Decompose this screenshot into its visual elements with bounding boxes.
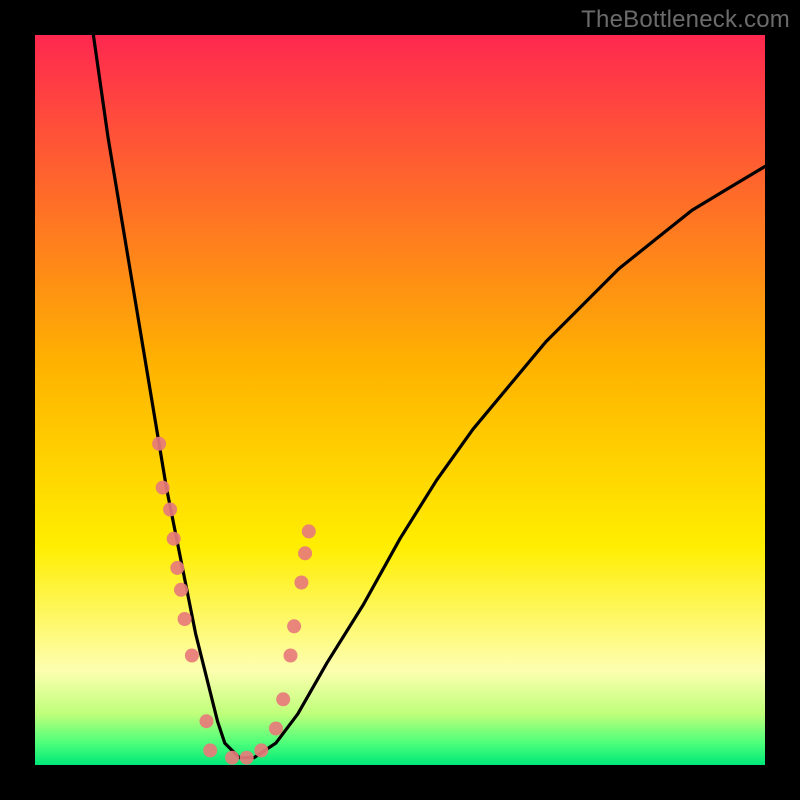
chart-frame: TheBottleneck.com [0,0,800,800]
marker-dot [284,649,298,663]
marker-dot [240,751,254,765]
marker-dot [276,692,290,706]
marker-dot [163,503,177,517]
marker-dot [156,481,170,495]
marker-dot [152,437,166,451]
marker-dot [185,649,199,663]
chart-svg [35,35,765,765]
marker-dot [269,722,283,736]
marker-dot [167,532,181,546]
watermark-text: TheBottleneck.com [581,6,790,34]
marker-dot [170,561,184,575]
marker-dot [174,583,188,597]
marker-dot [287,619,301,633]
marker-dot [200,714,214,728]
marker-dot [294,576,308,590]
plot-area [35,35,765,765]
marker-dot [254,743,268,757]
marker-dot [203,743,217,757]
marker-dot [302,524,316,538]
marker-dot [225,751,239,765]
marker-dot [298,546,312,560]
marker-dot [178,612,192,626]
